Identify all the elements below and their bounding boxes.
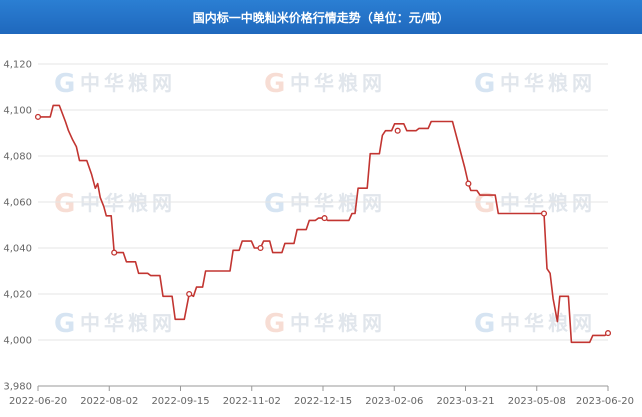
data-point	[257, 244, 264, 252]
data-point	[111, 249, 118, 256]
data-point	[34, 113, 42, 120]
y-tick-label: 4,120	[3, 60, 32, 71]
watermark-logo-icon: G	[54, 189, 75, 219]
x-tick-label: 2023-02-06	[365, 396, 423, 407]
y-tick-label: 4,040	[3, 244, 32, 255]
data-point	[540, 210, 548, 217]
y-tick-label: 4,080	[3, 152, 32, 163]
watermark: G 中华粮网	[54, 69, 176, 99]
x-tick-label: 2022-11-02	[223, 396, 281, 407]
x-tick-label: 2022-12-15	[294, 396, 352, 407]
x-tick-label: 2022-06-20	[9, 396, 67, 407]
y-tick-label: 4,020	[3, 290, 32, 301]
watermark-text: 中华粮网	[500, 191, 596, 215]
x-axis: 2022-06-20 2022-08-02 2022-09-15 2022-11-02…	[9, 385, 634, 407]
watermark-text: 中华粮网	[290, 311, 386, 335]
y-axis: 3,980 4,000 4,020 4,040 4,060 4,080 4,100 4,120	[3, 60, 32, 393]
watermark-text: 中华粮网	[80, 311, 176, 335]
watermark-logo-icon: G	[264, 69, 285, 99]
watermark: G 中华粮网	[264, 69, 386, 99]
watermark-logo-icon: G	[474, 309, 495, 339]
y-tick-label: 3,980	[3, 382, 32, 393]
y-tick-label: 4,060	[3, 198, 32, 209]
watermark: G 中华粮网	[474, 309, 596, 339]
watermark-text: 中华粮网	[80, 191, 176, 215]
series-line	[38, 104, 609, 344]
x-tick-label: 2022-09-15	[151, 396, 209, 407]
data-point	[321, 215, 328, 222]
data-point	[394, 127, 401, 134]
data-point	[465, 180, 472, 187]
watermark-logo-icon: G	[264, 189, 285, 219]
x-tick-label: 2023-03-21	[436, 396, 494, 407]
watermark: G 中华粮网	[264, 309, 386, 339]
watermark-text: 中华粮网	[500, 71, 596, 95]
series-layer	[34, 104, 612, 344]
watermark-text: 中华粮网	[500, 311, 596, 335]
watermark-text: 中华粮网	[290, 71, 386, 95]
watermark: G 中华粮网	[474, 189, 596, 219]
watermark-logo-icon: G	[54, 309, 75, 339]
x-tick-label: 2023-05-08	[508, 396, 566, 407]
watermark-logo-icon: G	[264, 309, 285, 339]
chart-area: G 中华粮网 G 中华粮网 G 中华粮网 G 中华粮网 G 中华粮网 G 中华粮网 G 中华粮网 G 中华粮网…	[0, 34, 642, 413]
data-point	[186, 290, 193, 298]
y-tick-label: 4,100	[3, 106, 32, 117]
y-tick-label: 4,000	[3, 336, 32, 347]
watermark-text: 中华粮网	[80, 71, 176, 95]
watermark: G 中华粮网	[264, 189, 386, 219]
grid-lines	[38, 63, 608, 387]
data-point	[604, 330, 612, 337]
watermark-logo-icon: G	[474, 189, 495, 219]
watermark: G 中华粮网	[54, 309, 176, 339]
watermark: G 中华粮网	[54, 189, 176, 219]
x-tick-label: 2023-06-20	[576, 396, 634, 407]
watermark-logo-icon: G	[54, 69, 75, 99]
line-chart: G 中华粮网 G 中华粮网 G 中华粮网G 中华粮网 G 中华粮网 G 中华粮网G 中华粮网 G 中华粮网…	[3, 60, 634, 408]
watermark: G 中华粮网	[474, 69, 596, 99]
chart-title: 国内标一中晚籼米价格行情走势（单位：元/吨）	[0, 0, 642, 34]
watermark-logo-icon: G	[474, 69, 495, 99]
x-tick-label: 2022-08-02	[80, 396, 138, 407]
watermark-text: 中华粮网	[290, 191, 386, 215]
